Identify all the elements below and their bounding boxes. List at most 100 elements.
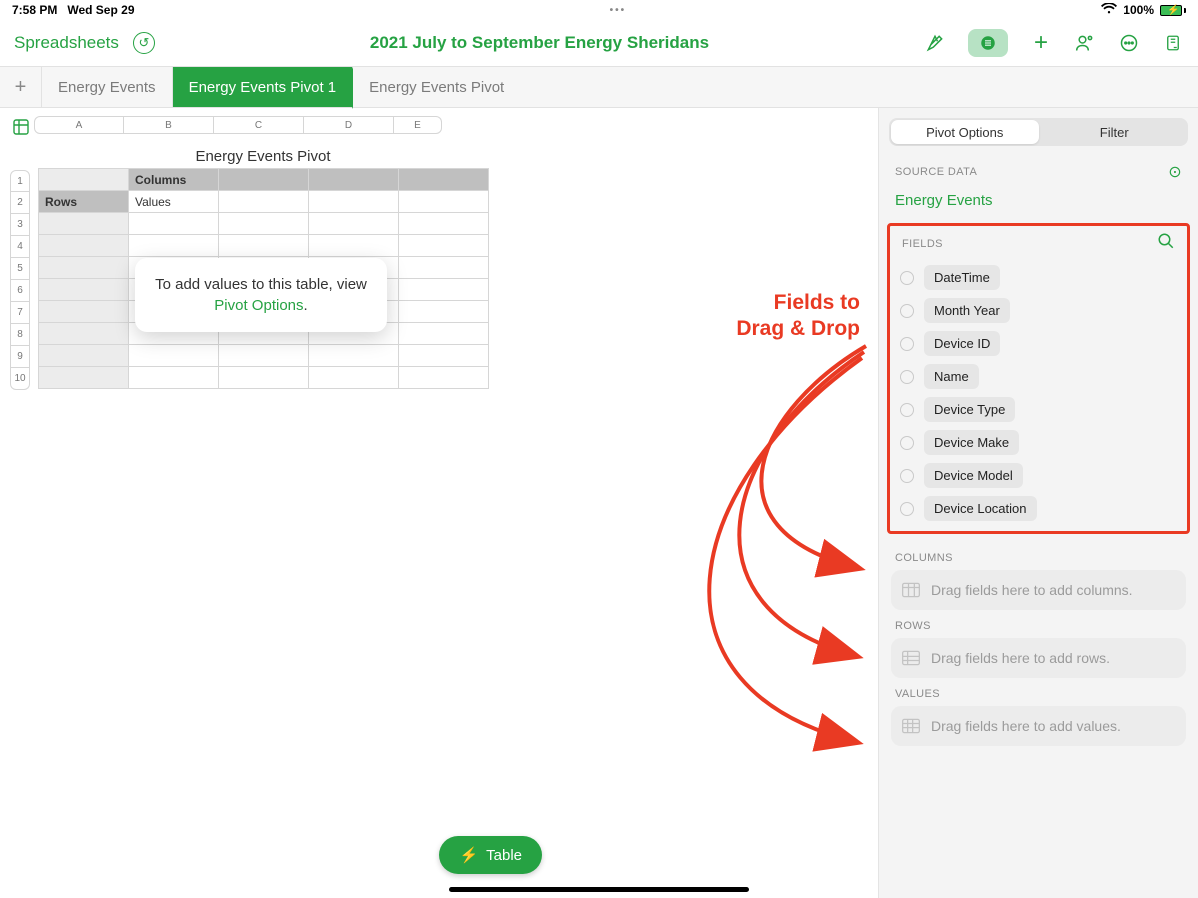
status-time: 7:58 PM (12, 3, 57, 17)
drop-placeholder: Drag fields here to add rows. (931, 650, 1110, 666)
fields-section: FIELDS DateTime Month Year Device ID Nam… (887, 223, 1190, 534)
field-device-type[interactable]: Device Type (896, 393, 1181, 426)
home-indicator[interactable] (449, 887, 749, 892)
row-head[interactable]: 7 (10, 302, 30, 324)
drop-placeholder: Drag fields here to add columns. (931, 582, 1133, 598)
field-chip[interactable]: Device Location (924, 496, 1037, 521)
field-radio[interactable] (900, 304, 914, 318)
pivot-options-link[interactable]: Pivot Options (214, 297, 303, 314)
status-bar: 7:58 PM Wed Sep 29 ••• 100% ⚡ (0, 0, 1198, 20)
rows-icon (901, 649, 921, 667)
tab-energy-events-pivot[interactable]: Energy Events Pivot (353, 67, 520, 107)
field-chip[interactable]: Month Year (924, 298, 1010, 323)
row-head[interactable]: 6 (10, 280, 30, 302)
field-radio[interactable] (900, 502, 914, 516)
pivot-table-title[interactable]: Energy Events Pivot (38, 148, 488, 165)
pivot-panel-icon[interactable] (968, 29, 1008, 57)
segmented-control[interactable]: Pivot Options Filter (889, 118, 1188, 146)
search-icon[interactable] (1157, 232, 1175, 255)
columns-drop-zone[interactable]: Drag fields here to add columns. (891, 570, 1186, 610)
field-device-make[interactable]: Device Make (896, 426, 1181, 459)
field-chip[interactable]: Device Make (924, 430, 1019, 455)
bolt-icon: ⚡ (459, 846, 478, 864)
values-label: VALUES (879, 678, 1198, 706)
field-radio[interactable] (900, 469, 914, 483)
undo-icon[interactable]: ↺ (133, 32, 155, 54)
row-head[interactable]: 4 (10, 236, 30, 258)
values-icon (901, 717, 921, 735)
field-month-year[interactable]: Month Year (896, 294, 1181, 327)
tab-label: Energy Events Pivot (369, 79, 504, 96)
format-icon[interactable] (924, 32, 946, 54)
columns-label: COLUMNS (879, 542, 1198, 570)
pivot-hint-popover: To add values to this table, view Pivot … (135, 258, 387, 332)
fields-label: FIELDS (902, 238, 943, 250)
seg-pivot-options[interactable]: Pivot Options (891, 120, 1039, 144)
columns-header: Columns (129, 169, 219, 191)
field-chip[interactable]: Device ID (924, 331, 1000, 356)
col-head[interactable]: D (304, 116, 394, 134)
row-head[interactable]: 1 (10, 170, 30, 192)
add-icon[interactable]: + (1030, 32, 1052, 54)
field-radio[interactable] (900, 337, 914, 351)
columns-icon (901, 581, 921, 599)
row-ruler[interactable]: 1 2 3 4 5 6 7 8 9 10 (10, 170, 30, 390)
tab-label: Energy Events (58, 79, 156, 96)
row-head[interactable]: 8 (10, 324, 30, 346)
wifi-icon (1101, 3, 1117, 18)
tab-energy-events-pivot-1[interactable]: Energy Events Pivot 1 (173, 67, 354, 107)
row-head[interactable]: 10 (10, 368, 30, 390)
table-fab[interactable]: ⚡ Table (439, 836, 542, 874)
column-ruler[interactable]: A B C D E (34, 116, 442, 134)
field-device-model[interactable]: Device Model (896, 459, 1181, 492)
values-drop-zone[interactable]: Drag fields here to add values. (891, 706, 1186, 746)
col-head[interactable]: E (394, 116, 442, 134)
document-icon[interactable] (1162, 32, 1184, 54)
rows-label: ROWS (879, 610, 1198, 638)
rows-drop-zone[interactable]: Drag fields here to add rows. (891, 638, 1186, 678)
field-device-id[interactable]: Device ID (896, 327, 1181, 360)
status-date: Wed Sep 29 (67, 3, 134, 17)
field-radio[interactable] (900, 403, 914, 417)
more-icon[interactable] (1118, 32, 1140, 54)
field-chip[interactable]: Device Type (924, 397, 1015, 422)
values-cell: Values (129, 191, 219, 213)
tab-label: Energy Events Pivot 1 (189, 79, 337, 96)
field-chip[interactable]: Device Model (924, 463, 1023, 488)
field-radio[interactable] (900, 370, 914, 384)
tab-energy-events[interactable]: Energy Events (42, 67, 173, 107)
source-data-label: SOURCE DATA ⊙ (879, 158, 1198, 186)
source-more-icon[interactable]: ⊙ (1168, 162, 1182, 182)
sheet-area[interactable]: A B C D E 1 2 3 4 5 6 7 8 9 10 Energy Ev… (0, 108, 878, 898)
sheet-tabs: + Energy Events Energy Events Pivot 1 En… (0, 66, 1198, 108)
battery-icon: ⚡ (1160, 5, 1186, 16)
pivot-side-panel: Pivot Options Filter SOURCE DATA ⊙ Energ… (878, 108, 1198, 898)
col-head[interactable]: A (34, 116, 124, 134)
document-title[interactable]: 2021 July to September Energy Sheridans (155, 33, 924, 53)
select-all-corner[interactable] (10, 116, 32, 138)
annotation-text: Fields to Drag & Drop (700, 290, 860, 343)
field-chip[interactable]: Name (924, 364, 979, 389)
field-radio[interactable] (900, 436, 914, 450)
status-pill: ••• (135, 5, 1102, 16)
rows-header: Rows (39, 191, 129, 213)
col-head[interactable]: B (124, 116, 214, 134)
field-chip[interactable]: DateTime (924, 265, 1000, 290)
battery-percent: 100% (1123, 3, 1154, 17)
field-radio[interactable] (900, 271, 914, 285)
row-head[interactable]: 2 (10, 192, 30, 214)
col-head[interactable]: C (214, 116, 304, 134)
row-head[interactable]: 5 (10, 258, 30, 280)
tip-text: To add values to this table, view (155, 276, 367, 293)
field-name[interactable]: Name (896, 360, 1181, 393)
seg-filter[interactable]: Filter (1041, 118, 1189, 146)
row-head[interactable]: 3 (10, 214, 30, 236)
collaborate-icon[interactable] (1074, 32, 1096, 54)
add-sheet-button[interactable]: + (0, 67, 42, 107)
drop-placeholder: Drag fields here to add values. (931, 718, 1121, 734)
field-datetime[interactable]: DateTime (896, 261, 1181, 294)
row-head[interactable]: 9 (10, 346, 30, 368)
back-button[interactable]: Spreadsheets (14, 33, 119, 53)
field-device-location[interactable]: Device Location (896, 492, 1181, 525)
source-data-name[interactable]: Energy Events (879, 186, 1198, 223)
